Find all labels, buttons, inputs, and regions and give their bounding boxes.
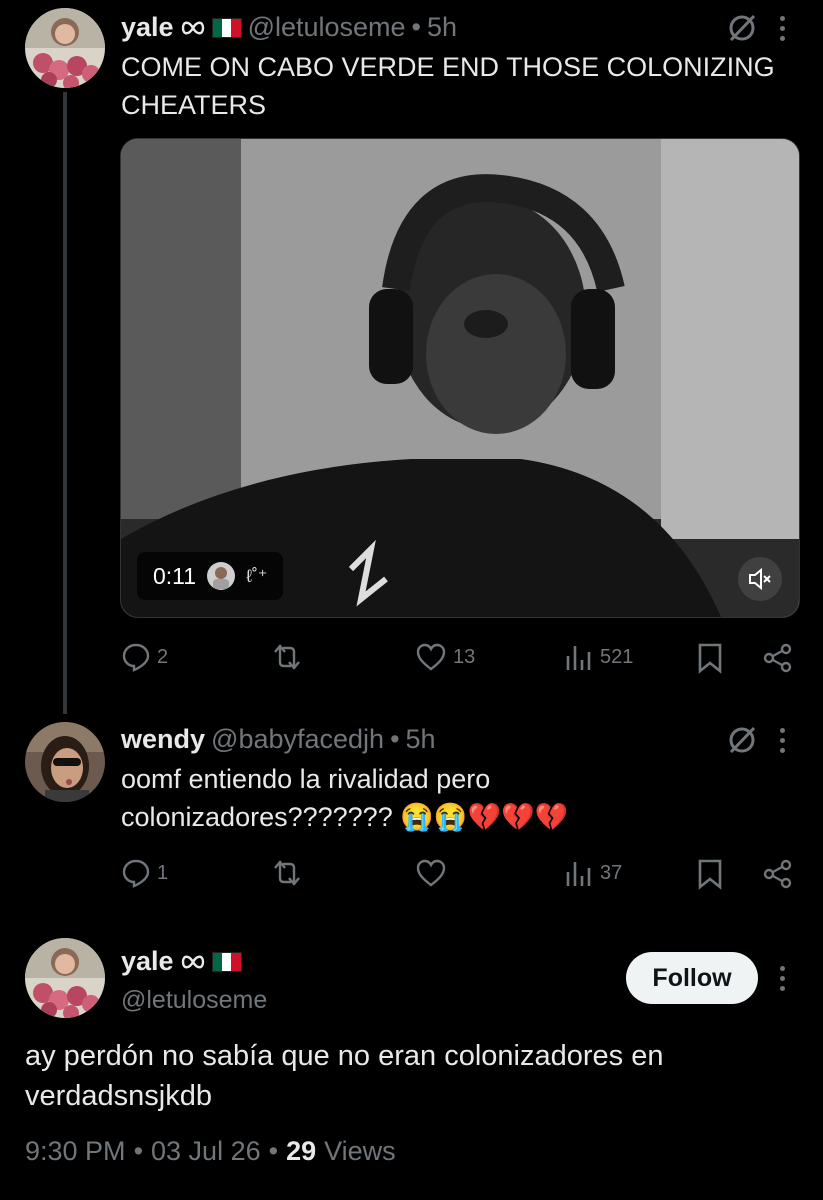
video-overlay-glyph: ℓ˚⁺	[246, 565, 268, 586]
post-time[interactable]: 9:30 PM	[25, 1136, 126, 1167]
retweet-button[interactable]	[270, 858, 304, 888]
avatar-yale[interactable]	[25, 938, 105, 1018]
video-player[interactable]: 0:11 ℓ˚⁺	[120, 138, 800, 618]
retweet-button[interactable]	[270, 642, 304, 672]
like-button[interactable]	[415, 858, 447, 888]
views-icon	[566, 646, 591, 670]
more-icon[interactable]	[778, 728, 786, 753]
separator: •	[268, 1136, 279, 1166]
reply-count: 2	[157, 645, 169, 668]
mute-icon	[749, 567, 771, 591]
main-name-line: yale	[121, 946, 242, 977]
reply-button[interactable]: 1	[121, 858, 168, 888]
tweet-meta: 9:30 PM • 03 Jul 26 • 29 Views	[25, 1136, 396, 1167]
bookmark-icon[interactable]	[696, 642, 724, 674]
reply-button[interactable]: 2	[121, 642, 168, 672]
tweet1-header: yale @letuloseme • 5h	[121, 12, 457, 43]
bookmark-icon[interactable]	[696, 858, 724, 890]
views-label: Views	[324, 1136, 396, 1166]
share-icon[interactable]	[762, 858, 794, 890]
handle[interactable]: @babyfacedjh	[211, 724, 384, 755]
view-count: 521	[600, 645, 634, 668]
separator: •	[411, 12, 421, 42]
video-frame	[121, 139, 799, 617]
like-count: 13	[453, 645, 476, 668]
like-icon	[416, 859, 446, 887]
reply-icon	[122, 859, 150, 888]
reply-count: 1	[157, 861, 169, 884]
separator: •	[390, 724, 400, 754]
reply-text-line1: oomf entiendo la rivalidad pero	[121, 764, 491, 794]
like-button[interactable]: 13	[415, 642, 475, 672]
retweet-icon	[274, 860, 300, 886]
views-button[interactable]: 521	[564, 642, 633, 672]
main-handle[interactable]: @letuloseme	[121, 986, 267, 1015]
display-name[interactable]: yale	[121, 12, 174, 43]
mexico-flag-icon	[211, 951, 242, 972]
like-icon	[416, 643, 446, 671]
main-text-line2: verdadsnsjkdb	[25, 1080, 212, 1112]
share-icon[interactable]	[762, 642, 794, 674]
infinity-icon	[181, 955, 204, 968]
thread-line	[63, 92, 67, 714]
mexico-flag-icon	[211, 17, 242, 38]
avatar-yale[interactable]	[25, 8, 105, 88]
view-count: 37	[600, 861, 623, 884]
follow-button[interactable]: Follow	[626, 952, 758, 1004]
reply-header: wendy @babyfacedjh • 5h	[121, 724, 436, 755]
video-duration: 0:11	[153, 562, 197, 589]
video-duration-badge: 0:11 ℓ˚⁺	[137, 552, 284, 600]
main-text: ay perdón no sabía que no eran colonizad…	[25, 1036, 663, 1116]
timestamp[interactable]: 5h	[427, 12, 457, 43]
infinity-icon	[181, 21, 204, 34]
avatar-mini-icon	[207, 562, 236, 590]
tweet1-text-line2: CHEATERS	[121, 90, 267, 120]
tweet1-text: COME ON CABO VERDE END THOSE COLONIZING …	[121, 48, 775, 124]
more-icon[interactable]	[778, 16, 786, 41]
retweet-icon	[274, 644, 300, 670]
main-text-line1: ay perdón no sabía que no eran colonizad…	[25, 1040, 664, 1072]
handle[interactable]: @letuloseme	[248, 12, 406, 43]
reply-text-line2: colonizadores???????	[121, 802, 393, 832]
grok-icon[interactable]	[726, 12, 758, 44]
separator: •	[133, 1136, 144, 1166]
grok-icon[interactable]	[726, 724, 758, 756]
views-button[interactable]: 37	[564, 858, 622, 888]
mute-button[interactable]	[738, 557, 782, 601]
views-count: 29	[286, 1136, 317, 1166]
views-icon	[566, 862, 591, 886]
timestamp[interactable]: 5h	[406, 724, 436, 755]
tweet1-text-line1: COME ON CABO VERDE END THOSE COLONIZING	[121, 52, 775, 82]
display-name[interactable]: wendy	[121, 724, 205, 755]
display-name[interactable]: yale	[121, 946, 174, 977]
reply-text: oomf entiendo la rivalidad pero coloniza…	[121, 760, 568, 836]
reply-text-line2-wrap: colonizadores??????? 😭😭💔💔💔	[121, 798, 568, 836]
reply-emojis: 😭😭💔💔💔	[400, 802, 569, 832]
more-icon[interactable]	[778, 966, 786, 991]
reply-icon	[122, 643, 150, 672]
avatar-wendy[interactable]	[25, 722, 105, 802]
post-date[interactable]: 03 Jul 26	[151, 1136, 261, 1167]
